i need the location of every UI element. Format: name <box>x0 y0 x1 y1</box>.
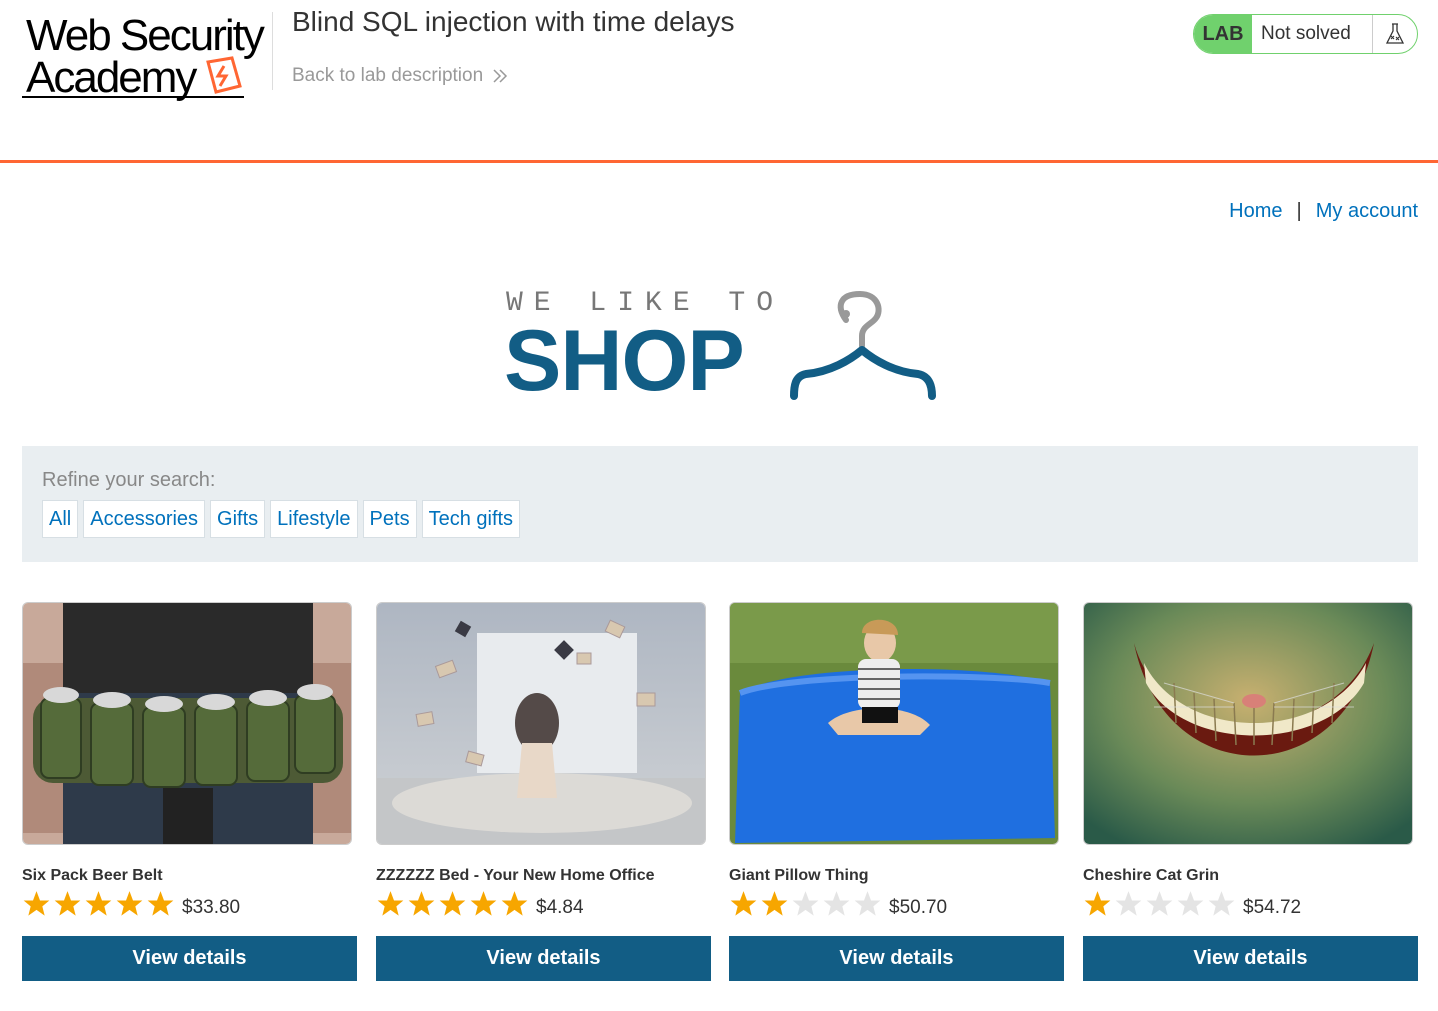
star-filled-icon <box>1084 891 1111 916</box>
star-filled-icon <box>54 891 81 916</box>
header-divider <box>272 12 273 90</box>
banner-shop-word: SHOP <box>504 313 745 409</box>
product-name: Cheshire Cat Grin <box>1083 867 1220 884</box>
double-chevron-right-icon <box>493 69 508 83</box>
filter-category-tech-gifts[interactable]: Tech gifts <box>421 500 521 538</box>
star-filled-icon <box>377 891 404 916</box>
home-link[interactable]: Home <box>1229 200 1282 223</box>
star-filled-icon <box>23 891 50 916</box>
star-filled-icon <box>147 891 174 916</box>
product-price: $4.84 <box>536 897 584 918</box>
logo-underline <box>22 96 244 98</box>
nav-separator: | <box>1296 200 1302 222</box>
product-price: $54.72 <box>1243 897 1302 918</box>
view-details-button[interactable]: View details <box>729 936 1064 981</box>
star-filled-icon <box>470 891 497 916</box>
academy-header: Web Security Academy Blind SQL injection… <box>0 0 1438 163</box>
filter-category-list: All Accessories Gifts Lifestyle Pets Tec… <box>42 500 521 538</box>
star-empty-icon <box>1177 891 1204 916</box>
lab-status-text: Not solved <box>1252 15 1373 53</box>
star-filled-icon <box>501 891 528 916</box>
flask-icon[interactable] <box>1373 15 1417 53</box>
view-details-button[interactable]: View details <box>1083 936 1418 981</box>
star-empty-icon <box>1208 891 1235 916</box>
web-security-academy-logo[interactable]: Web Security Academy <box>22 10 272 102</box>
star-empty-icon <box>854 891 881 916</box>
logo-line2: Academy <box>26 53 197 102</box>
shop-banner: WE LIKE TO SHOP <box>504 288 936 409</box>
product-price: $33.80 <box>182 897 241 918</box>
view-details-button[interactable]: View details <box>22 936 357 981</box>
filter-category-pets[interactable]: Pets <box>362 500 417 538</box>
star-filled-icon <box>116 891 143 916</box>
filter-category-all[interactable]: All <box>42 500 79 538</box>
product-card: Six Pack Beer Belt $33.80 View details <box>22 602 357 981</box>
filter-category-gifts[interactable]: Gifts <box>210 500 266 538</box>
product-image-cheshire-cat-grin[interactable] <box>1083 602 1413 845</box>
filter-label: Refine your search: <box>42 469 216 491</box>
product-image-beer-belt[interactable] <box>22 602 352 845</box>
product-card: Cheshire Cat Grin $54.72 View details <box>1083 602 1418 981</box>
star-filled-icon <box>761 891 788 916</box>
product-image-zzzzzz-bed[interactable] <box>376 602 706 845</box>
star-empty-icon <box>823 891 850 916</box>
filter-category-accessories[interactable]: Accessories <box>83 500 206 538</box>
back-link-label: Back to lab description <box>292 65 484 86</box>
product-card: ZZZZZZ Bed - Your New Home Office $4.84 … <box>376 602 711 981</box>
view-details-button[interactable]: View details <box>376 936 711 981</box>
product-rating: $33.80 <box>22 889 240 919</box>
product-image-giant-pillow[interactable] <box>729 602 1059 845</box>
clothes-hanger-icon <box>790 290 936 400</box>
product-rating: $50.70 <box>729 889 947 919</box>
product-rating: $4.84 <box>376 889 584 919</box>
my-account-link[interactable]: My account <box>1316 200 1418 223</box>
product-card: Giant Pillow Thing $50.70 View details <box>729 602 1064 981</box>
product-price: $50.70 <box>889 897 948 918</box>
search-filter-panel: Refine your search: All Accessories Gift… <box>22 446 1418 562</box>
star-filled-icon <box>408 891 435 916</box>
product-rating: $54.72 <box>1083 889 1301 919</box>
logo-bolt-icon <box>206 56 242 94</box>
lab-badge: LAB <box>1194 15 1252 53</box>
top-nav: Home | My account <box>1229 200 1418 223</box>
logo-line1: Web Security <box>26 11 265 60</box>
product-name: ZZZZZZ Bed - Your New Home Office <box>376 867 655 884</box>
star-filled-icon <box>730 891 757 916</box>
back-to-lab-description-link[interactable]: Back to lab description <box>292 65 509 87</box>
star-empty-icon <box>1115 891 1142 916</box>
star-filled-icon <box>439 891 466 916</box>
product-name: Six Pack Beer Belt <box>22 867 163 884</box>
product-name: Giant Pillow Thing <box>729 867 869 884</box>
star-filled-icon <box>85 891 112 916</box>
lab-title: Blind SQL injection with time delays <box>292 6 735 37</box>
star-empty-icon <box>1146 891 1173 916</box>
star-empty-icon <box>792 891 819 916</box>
lab-status-widget: LAB Not solved <box>1193 14 1418 54</box>
filter-category-lifestyle[interactable]: Lifestyle <box>270 500 358 538</box>
